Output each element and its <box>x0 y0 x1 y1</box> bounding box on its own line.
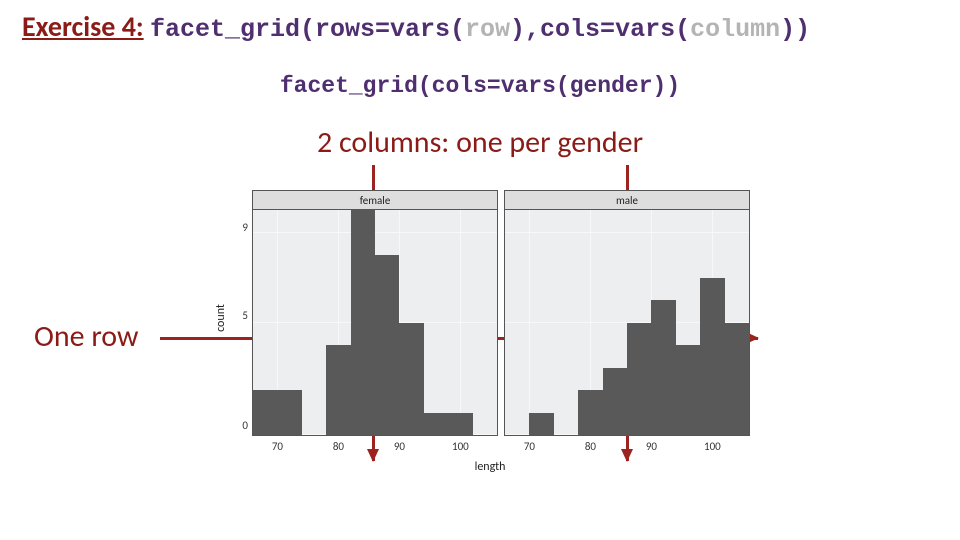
slide-title: Exercise 4: facet_grid(rows=vars(row),co… <box>22 10 950 47</box>
y-tick: 9 <box>232 221 248 234</box>
plot-area: 708090100 <box>504 209 750 436</box>
x-tick: 80 <box>333 440 344 453</box>
x-tick: 100 <box>704 440 721 453</box>
y-tick: 5 <box>232 309 248 322</box>
histogram-bar <box>375 255 399 435</box>
histogram-bar <box>651 300 675 435</box>
x-tick: 100 <box>452 440 469 453</box>
histogram-bar <box>326 345 350 435</box>
histogram-bar <box>277 390 301 435</box>
histogram-bar <box>424 413 448 436</box>
facet-chart: count length 0 5 9 female708090100male70… <box>230 190 750 470</box>
histogram-bar <box>603 368 627 436</box>
facet-panel: female708090100 <box>252 190 498 436</box>
facet-strip-label: male <box>504 190 750 209</box>
x-tick: 70 <box>272 440 283 453</box>
x-axis-label: length <box>230 460 750 474</box>
histogram-bar <box>627 323 651 436</box>
x-tick: 70 <box>524 440 535 453</box>
histogram-bar <box>253 390 277 435</box>
histogram-bar <box>399 323 423 436</box>
x-tick: 90 <box>394 440 405 453</box>
y-tick: 0 <box>232 419 248 432</box>
title-code: facet_grid(rows=vars(row),cols=vars(colu… <box>150 15 810 44</box>
x-tick: 90 <box>646 440 657 453</box>
histogram-bar <box>578 390 602 435</box>
columns-caption: 2 columns: one per gender <box>0 124 960 161</box>
histogram-bar <box>529 413 553 436</box>
x-tick: 80 <box>585 440 596 453</box>
histogram-bar <box>700 278 724 436</box>
one-row-label: One row <box>34 318 138 355</box>
facet-strip-label: female <box>252 190 498 209</box>
histogram-bar <box>448 413 472 436</box>
plot-area: 708090100 <box>252 209 498 436</box>
subtitle-code: facet_grid(cols=vars(gender)) <box>0 73 960 99</box>
histogram-bar <box>725 323 749 436</box>
facet-panel: male708090100 <box>504 190 750 436</box>
histogram-bar <box>351 210 375 435</box>
exercise-label: Exercise 4: <box>22 9 144 44</box>
histogram-bar <box>676 345 700 435</box>
y-axis-label: count <box>212 190 230 446</box>
